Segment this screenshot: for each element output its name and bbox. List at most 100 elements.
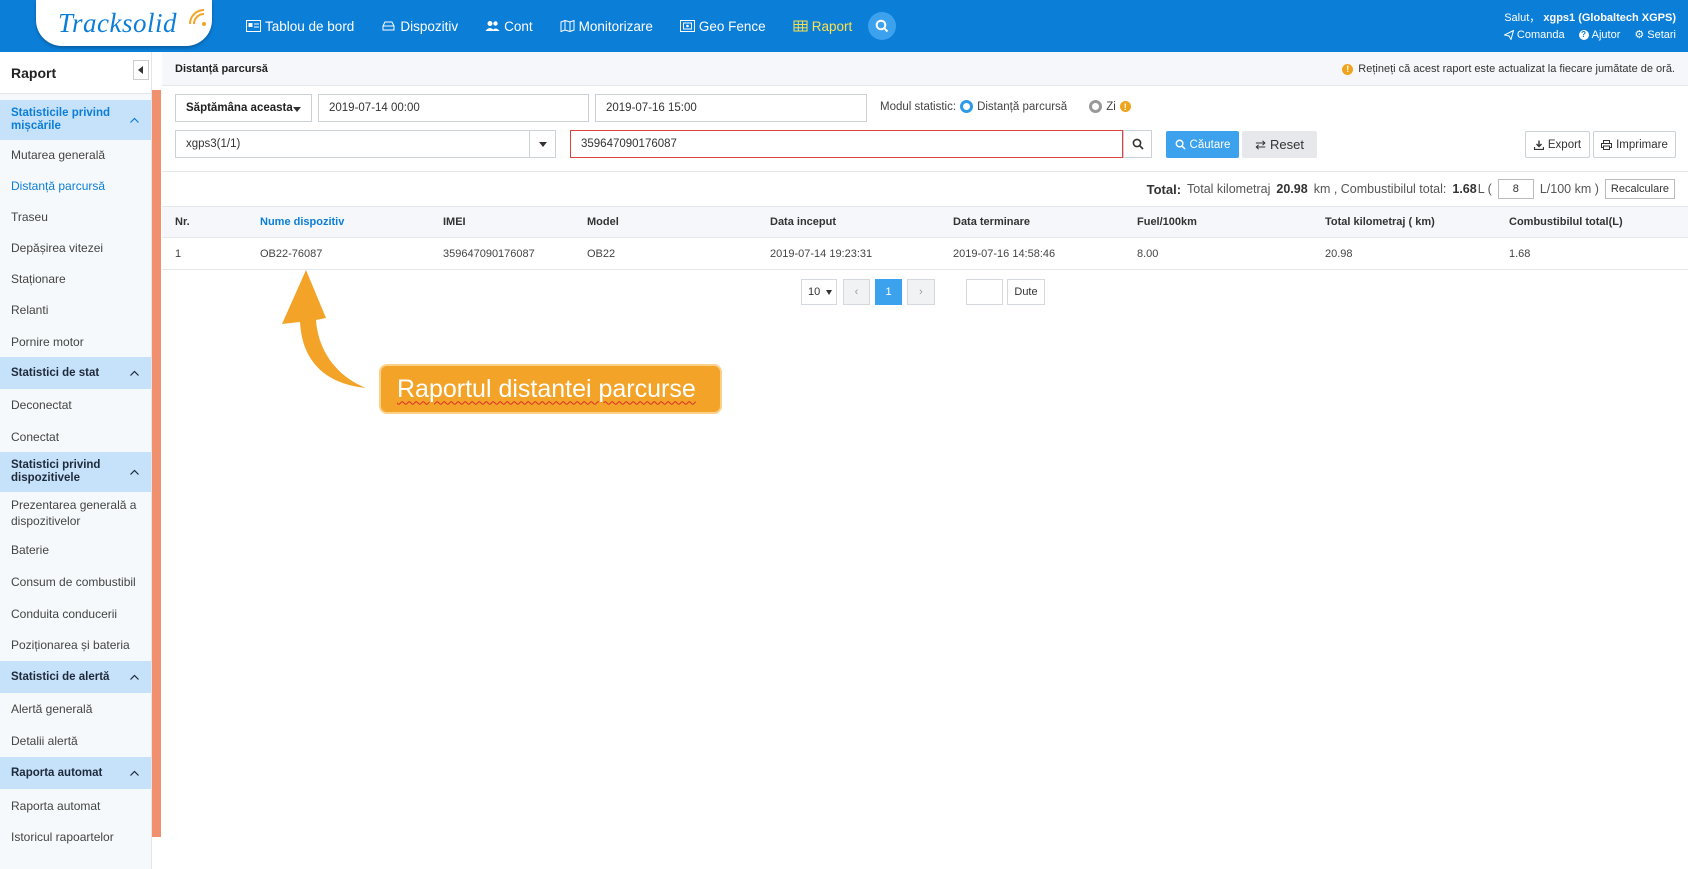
- period-value: Săptămâna aceasta: [186, 102, 293, 114]
- sidebar-item-label: Alertă generală: [11, 702, 93, 716]
- sidebar-item-battery[interactable]: Baterie: [0, 534, 151, 566]
- print-button[interactable]: Imprimare: [1593, 131, 1676, 158]
- sidebar-item-idle[interactable]: Relanti: [0, 294, 151, 326]
- fuel-rate-input[interactable]: 8: [1497, 179, 1534, 199]
- sidebar-item-route[interactable]: Traseu: [0, 201, 151, 232]
- page-number: 1: [885, 286, 892, 298]
- col-model[interactable]: Model: [587, 207, 619, 237]
- nav-item-account[interactable]: Cont: [485, 19, 533, 34]
- sidebar-item-stop[interactable]: Staționare: [0, 263, 151, 294]
- start-date-input[interactable]: 2019-07-14 00:00: [318, 94, 589, 122]
- next-page-button[interactable]: ›: [907, 279, 935, 305]
- col-fuel-rate[interactable]: Fuel/100km: [1137, 207, 1197, 237]
- user-name[interactable]: xgps1 (Globaltech XGPS): [1543, 12, 1676, 24]
- sidebar-item-label: Conectat: [11, 429, 60, 444]
- col-total-fuel[interactable]: Combustibilul total(L): [1509, 207, 1623, 237]
- prev-page-button[interactable]: ‹: [843, 279, 870, 305]
- sidebar-section-auto-report[interactable]: Raporta automat: [0, 757, 151, 789]
- settings-link[interactable]: ⚙ Setari: [1634, 28, 1676, 42]
- imei-search-button[interactable]: [1123, 130, 1152, 158]
- annotation-text: Raportul distantei parcurse: [397, 374, 696, 403]
- search-button[interactable]: Căutare: [1166, 131, 1239, 158]
- nav-item-geofence[interactable]: Geo Fence: [679, 18, 766, 34]
- end-date-value: 2019-07-16 15:00: [606, 102, 697, 114]
- sidebar-item-general-alert[interactable]: Alertă generală: [0, 693, 151, 725]
- nav-label: Geo Fence: [698, 18, 766, 34]
- sidebar-item-alert-details[interactable]: Detalii alertă: [0, 725, 151, 757]
- user-links: Comanda ? Ajutor ⚙ Setari: [1503, 28, 1676, 42]
- col-number[interactable]: Nr.: [175, 207, 190, 237]
- sidebar-item-label: Istoricul rapoartelor: [11, 830, 114, 844]
- cell-end-date: 2019-07-16 14:58:46: [953, 247, 1056, 260]
- sidebar-item-overspeed[interactable]: Depășirea vitezei: [0, 232, 151, 263]
- start-date-value: 2019-07-14 00:00: [329, 102, 420, 114]
- total-km-unit: km , Combustibilul total:: [1313, 182, 1447, 196]
- sidebar-item-label: Pornire motor: [11, 334, 84, 349]
- table-row[interactable]: 1 OB22-76087 359647090176087 OB22 2019-0…: [162, 238, 1688, 270]
- sidebar-item-report-history[interactable]: Istoricul rapoartelor: [0, 822, 151, 852]
- sidebar-section-status[interactable]: Statistici de stat: [0, 357, 151, 389]
- sidebar-item-device-overview[interactable]: Prezentarea generală a dispozitivelor: [0, 492, 151, 534]
- nav-item-report[interactable]: Raport: [793, 19, 852, 34]
- cell-total-km: 20.98: [1325, 247, 1353, 260]
- section-title: Statisticile privind mișcările: [11, 107, 111, 132]
- radio-day-label: Zi: [1106, 100, 1116, 113]
- goto-page-input[interactable]: [966, 279, 1003, 305]
- sidebar-section-devices[interactable]: Statistici privind dispozitivele: [0, 452, 151, 492]
- help-link[interactable]: ? Ajutor: [1578, 28, 1621, 41]
- sidebar-section-alerts[interactable]: Statistici de alertă: [0, 661, 151, 693]
- search-button-label: Căutare: [1189, 138, 1231, 151]
- export-button[interactable]: Export: [1525, 131, 1590, 158]
- info-icon[interactable]: !: [1119, 101, 1131, 112]
- sidebar-item-label: Deconectat: [11, 398, 72, 412]
- report-header: Distanță parcursă ! Rețineți că acest ra…: [162, 52, 1688, 86]
- recalculate-button[interactable]: Recalculare: [1604, 179, 1675, 199]
- period-select[interactable]: Săptămâna aceasta: [175, 94, 312, 122]
- radio-distance[interactable]: [960, 100, 974, 113]
- account-select[interactable]: xgps3(1/1): [175, 130, 556, 158]
- nav-label: Dispozitiv: [400, 18, 459, 34]
- page-size-select[interactable]: 10: [801, 279, 837, 305]
- brand-logo[interactable]: Tracksolid: [36, 0, 212, 46]
- col-start-date[interactable]: Data inceput: [770, 207, 836, 237]
- sidebar-item-distance[interactable]: Distanță parcursă: [0, 170, 151, 201]
- sidebar-item-fuel-consumption[interactable]: Consum de combustibil: [0, 566, 151, 598]
- chevron-up-icon: [130, 117, 139, 123]
- imei-input[interactable]: 359647090176087: [570, 130, 1123, 158]
- nav-item-dashboard[interactable]: Tablou de bord: [246, 19, 354, 34]
- help-label: Ajutor: [1591, 28, 1621, 41]
- sidebar-item-general-movement[interactable]: Mutarea generală: [0, 140, 151, 170]
- cell-fuel-rate: 8.00: [1137, 247, 1159, 260]
- main-nav: Tablou de bord Dispozitiv Cont Monitoriz…: [246, 0, 879, 52]
- sidebar-item-offline[interactable]: Deconectat: [0, 389, 151, 421]
- sidebar-collapse-button[interactable]: [133, 60, 149, 80]
- reset-button[interactable]: ⇄ Reset: [1242, 131, 1317, 158]
- section-title: Statistici privind dispozitivele: [11, 459, 101, 484]
- nav-item-device[interactable]: Dispozitiv: [381, 19, 458, 34]
- nav-label: Cont: [504, 18, 533, 34]
- nav-search-button[interactable]: [868, 12, 896, 40]
- chevron-up-icon: [130, 674, 139, 680]
- col-device-name[interactable]: Nume dispozitiv: [260, 207, 344, 237]
- command-link[interactable]: Comanda: [1503, 28, 1565, 41]
- radio-day[interactable]: [1089, 100, 1103, 113]
- col-imei[interactable]: IMEI: [443, 207, 466, 237]
- sidebar-scrollbar[interactable]: [152, 90, 161, 837]
- nav-item-monitoring[interactable]: Monitorizare: [560, 19, 653, 34]
- section-title: Raporta automat: [11, 766, 103, 779]
- sidebar-section-movement[interactable]: Statisticile privind mișcările: [0, 100, 151, 140]
- sidebar-item-driving-behavior[interactable]: Conduita conducerii: [0, 598, 151, 629]
- col-end-date[interactable]: Data terminare: [953, 207, 1030, 237]
- end-date-input[interactable]: 2019-07-16 15:00: [595, 94, 867, 122]
- col-total-km[interactable]: Total kilometraj ( km): [1325, 207, 1435, 237]
- page-1-button[interactable]: 1: [875, 279, 902, 305]
- section-title: Statistici de stat: [11, 366, 100, 379]
- help-icon: ?: [1578, 29, 1589, 40]
- sidebar-item-position-battery[interactable]: Poziționarea și bateria: [0, 629, 151, 661]
- goto-page-button[interactable]: Dute: [1007, 279, 1045, 305]
- account-dropdown-toggle[interactable]: [529, 131, 555, 157]
- sidebar-item-auto-report[interactable]: Raporta automat: [0, 789, 151, 822]
- sidebar-item-online[interactable]: Conectat: [0, 421, 151, 452]
- sidebar-item-engine-start[interactable]: Pornire motor: [0, 326, 151, 357]
- update-notice-text: Rețineți că acest raport este actualizat…: [1358, 63, 1675, 75]
